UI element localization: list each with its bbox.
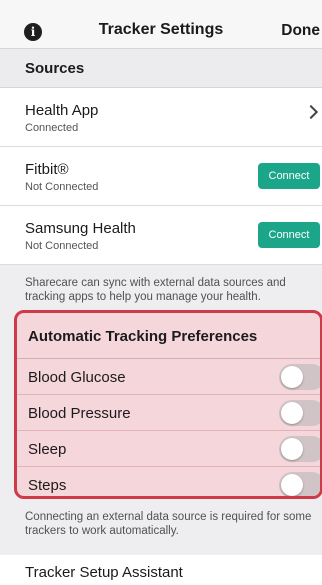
toggle-label: Blood Pressure <box>28 405 131 422</box>
source-samsung-health: Samsung Health Not Connected Connect <box>0 206 322 265</box>
toggle-knob <box>281 402 303 424</box>
toggle-row-sleep: Sleep <box>17 431 320 467</box>
toggle-row-blood-glucose: Blood Glucose <box>17 359 320 395</box>
source-title: Health App <box>25 102 99 119</box>
blood-pressure-toggle[interactable] <box>279 400 320 426</box>
connect-fitbit-button[interactable]: Connect <box>258 163 320 189</box>
source-health-app[interactable]: Health App Connected <box>0 88 322 147</box>
source-fitbit: Fitbit® Not Connected Connect <box>0 147 322 206</box>
sources-header-label: Sources <box>25 60 85 77</box>
page-title: Tracker Settings <box>98 21 224 38</box>
source-status: Not Connected <box>25 181 99 193</box>
chevron-right-icon <box>303 104 319 120</box>
sources-header: Sources <box>0 48 322 88</box>
automatic-tracking-section: Automatic Tracking Preferences Blood Glu… <box>14 310 322 499</box>
source-title: Samsung Health <box>25 220 136 237</box>
toggle-knob <box>281 438 303 460</box>
toggle-knob <box>281 366 303 388</box>
navigation-bar: i Tracker Settings Done <box>0 0 322 48</box>
done-button[interactable]: Done <box>281 22 320 40</box>
toggle-row-steps: Steps <box>17 467 320 496</box>
tracker-setup-assistant[interactable]: Tracker Setup Assistant <box>0 555 322 585</box>
blood-glucose-toggle[interactable] <box>279 364 320 390</box>
toggle-label: Blood Glucose <box>28 369 126 386</box>
toggle-label: Sleep <box>28 441 67 458</box>
toggle-row-blood-pressure: Blood Pressure <box>17 395 320 431</box>
connect-samsung-health-button[interactable]: Connect <box>258 222 320 248</box>
sleep-toggle[interactable] <box>279 436 320 462</box>
source-status: Not Connected <box>25 240 99 252</box>
toggle-label: Steps <box>28 477 67 494</box>
tracking-footer-note: Connecting an external data source is re… <box>25 511 312 537</box>
source-title: Fitbit® <box>25 161 69 178</box>
sources-footer-note: Sharecare can sync with external data so… <box>25 277 286 303</box>
tracking-header: Automatic Tracking Preferences <box>17 313 320 359</box>
toggle-knob <box>281 474 303 496</box>
steps-toggle[interactable] <box>279 472 320 496</box>
tracking-header-label: Automatic Tracking Preferences <box>28 328 258 345</box>
source-status: Connected <box>25 122 79 134</box>
